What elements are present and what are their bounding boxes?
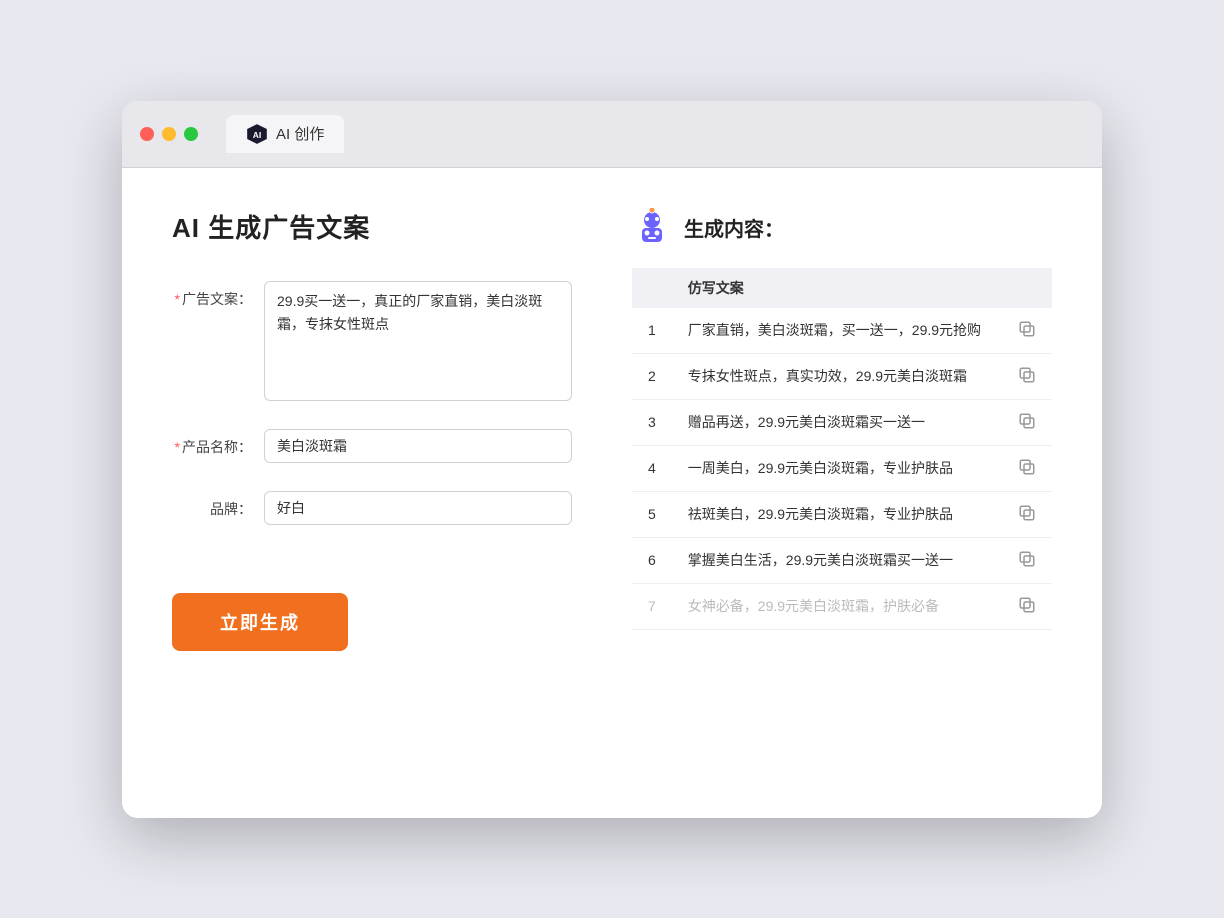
- results-table: 仿写文案 1厂家直销，美白淡斑霜，买一送一，29.9元抢购2专抹女性斑点，真实功…: [632, 268, 1052, 630]
- copy-icon[interactable]: [1018, 504, 1036, 522]
- copy-icon[interactable]: [1018, 458, 1036, 476]
- row-number: 7: [632, 583, 672, 629]
- row-content: 掌握美白生活，29.9元美白淡斑霜买一送一: [672, 537, 1002, 583]
- result-header: 生成内容：: [632, 208, 1052, 248]
- close-button[interactable]: [140, 127, 154, 141]
- required-star-2: *: [175, 439, 180, 455]
- row-content: 女神必备，29.9元美白淡斑霜，护肤必备: [672, 583, 1002, 629]
- copy-icon[interactable]: [1018, 320, 1036, 338]
- ai-tab-icon: AI: [246, 123, 268, 145]
- generate-button[interactable]: 立即生成: [172, 593, 348, 651]
- copy-icon[interactable]: [1018, 550, 1036, 568]
- col-content-header: 仿写文案: [672, 268, 1002, 308]
- row-number: 5: [632, 491, 672, 537]
- col-action-header: [1002, 268, 1052, 308]
- ad-copy-group: *广告文案： 29.9买一送一，真正的厂家直销，美白淡斑霜，专抹女性斑点: [172, 281, 572, 401]
- row-content: 祛斑美白，29.9元美白淡斑霜，专业护肤品: [672, 491, 1002, 537]
- robot-icon: [632, 208, 672, 248]
- copy-cell[interactable]: [1002, 491, 1052, 537]
- row-number: 1: [632, 308, 672, 354]
- minimize-button[interactable]: [162, 127, 176, 141]
- copy-cell[interactable]: [1002, 399, 1052, 445]
- row-content: 厂家直销，美白淡斑霜，买一送一，29.9元抢购: [672, 308, 1002, 354]
- titlebar: AI AI 创作: [122, 101, 1102, 168]
- product-name-label: *产品名称：: [172, 429, 252, 457]
- page-title: AI 生成广告文案: [172, 208, 572, 245]
- browser-tab[interactable]: AI AI 创作: [226, 115, 344, 153]
- table-row: 7女神必备，29.9元美白淡斑霜，护肤必备: [632, 583, 1052, 629]
- copy-cell[interactable]: [1002, 353, 1052, 399]
- table-row: 3赠品再送，29.9元美白淡斑霜买一送一: [632, 399, 1052, 445]
- row-number: 4: [632, 445, 672, 491]
- brand-group: 品牌： 好白: [172, 491, 572, 525]
- brand-input[interactable]: 好白: [264, 491, 572, 525]
- copy-icon[interactable]: [1018, 596, 1036, 614]
- right-panel: 生成内容： 仿写文案 1厂家直销，美白淡斑霜，买一送一，29.9元抢购2专抹女性…: [632, 208, 1052, 778]
- svg-text:AI: AI: [253, 129, 262, 139]
- row-number: 6: [632, 537, 672, 583]
- required-star: *: [175, 291, 180, 307]
- traffic-lights: [140, 127, 198, 141]
- row-content: 赠品再送，29.9元美白淡斑霜买一送一: [672, 399, 1002, 445]
- row-number: 2: [632, 353, 672, 399]
- copy-icon[interactable]: [1018, 366, 1036, 384]
- copy-cell[interactable]: [1002, 445, 1052, 491]
- table-row: 2专抹女性斑点，真实功效，29.9元美白淡斑霜: [632, 353, 1052, 399]
- table-row: 5祛斑美白，29.9元美白淡斑霜，专业护肤品: [632, 491, 1052, 537]
- product-name-group: *产品名称： 美白淡斑霜: [172, 429, 572, 463]
- col-num-header: [632, 268, 672, 308]
- copy-cell[interactable]: [1002, 583, 1052, 629]
- left-panel: AI 生成广告文案 *广告文案： 29.9买一送一，真正的厂家直销，美白淡斑霜，…: [172, 208, 572, 778]
- brand-label: 品牌：: [172, 491, 252, 519]
- row-number: 3: [632, 399, 672, 445]
- copy-cell[interactable]: [1002, 537, 1052, 583]
- result-title: 生成内容：: [684, 213, 784, 242]
- tab-label: AI 创作: [276, 123, 324, 144]
- table-row: 1厂家直销，美白淡斑霜，买一送一，29.9元抢购: [632, 308, 1052, 354]
- ad-copy-label: *广告文案：: [172, 281, 252, 309]
- row-content: 一周美白，29.9元美白淡斑霜，专业护肤品: [672, 445, 1002, 491]
- main-content: AI 生成广告文案 *广告文案： 29.9买一送一，真正的厂家直销，美白淡斑霜，…: [122, 168, 1102, 818]
- ad-copy-input[interactable]: 29.9买一送一，真正的厂家直销，美白淡斑霜，专抹女性斑点: [264, 281, 572, 401]
- copy-cell[interactable]: [1002, 308, 1052, 354]
- row-content: 专抹女性斑点，真实功效，29.9元美白淡斑霜: [672, 353, 1002, 399]
- product-name-input[interactable]: 美白淡斑霜: [264, 429, 572, 463]
- copy-icon[interactable]: [1018, 412, 1036, 430]
- table-row: 6掌握美白生活，29.9元美白淡斑霜买一送一: [632, 537, 1052, 583]
- browser-window: AI AI 创作 AI 生成广告文案 *广告文案： 29.9买一送一，真正的厂家…: [122, 101, 1102, 818]
- maximize-button[interactable]: [184, 127, 198, 141]
- table-row: 4一周美白，29.9元美白淡斑霜，专业护肤品: [632, 445, 1052, 491]
